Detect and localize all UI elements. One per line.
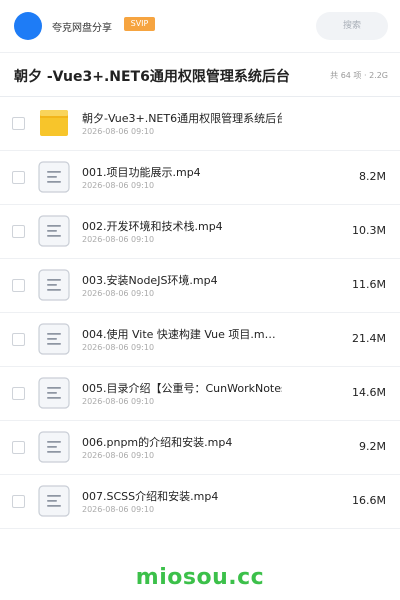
file-row[interactable]: 005.目录介绍【公重号：CunWorkNotes… 2026-08-06 09… bbox=[0, 367, 400, 421]
file-row[interactable]: 006.pnpm的介绍和安装.mp4 2026-08-06 09:10 9.2M bbox=[0, 421, 400, 475]
file-size: 9.2M bbox=[359, 440, 386, 453]
watermark-text: miosou.cc bbox=[135, 565, 265, 590]
file-size: 10.3M bbox=[352, 224, 386, 237]
share-owner-name: 夸克网盘分享 bbox=[52, 23, 112, 34]
video-file-icon bbox=[38, 377, 70, 409]
file-date: 2026-08-06 09:10 bbox=[82, 343, 155, 352]
file-name: 朝夕-Vue3+.NET6通用权限管理系统后台 bbox=[82, 112, 282, 125]
file-name: 005.目录介绍【公重号：CunWorkNotes… bbox=[82, 382, 282, 395]
file-date: 2026-08-06 09:10 bbox=[82, 235, 155, 244]
video-file-icon bbox=[38, 215, 70, 247]
file-size: 11.6M bbox=[352, 278, 386, 291]
svip-badge: SVIP bbox=[124, 17, 155, 31]
select-checkbox[interactable] bbox=[12, 441, 25, 454]
file-name: 002.开发环境和技术栈.mp4 bbox=[82, 220, 223, 233]
file-row[interactable]: 004.使用 Vite 快速构建 Vue 项目.m… 2026-08-06 09… bbox=[0, 313, 400, 367]
file-row[interactable]: 007.SCSS介绍和安装.mp4 2026-08-06 09:10 16.6M bbox=[0, 475, 400, 529]
select-checkbox[interactable] bbox=[12, 387, 25, 400]
file-name: 006.pnpm的介绍和安装.mp4 bbox=[82, 436, 233, 449]
file-size: 8.2M bbox=[359, 170, 386, 183]
file-list: 朝夕-Vue3+.NET6通用权限管理系统后台 2026-08-06 09:10… bbox=[0, 97, 400, 529]
file-date: 2026-08-06 09:10 bbox=[82, 181, 155, 190]
folder-icon bbox=[38, 107, 70, 139]
file-size: 21.4M bbox=[352, 332, 386, 345]
top-bar: 夸克网盘分享 SVIP 搜索 bbox=[0, 0, 400, 52]
file-date: 2026-08-06 09:10 bbox=[82, 127, 155, 136]
file-row[interactable]: 001.项目功能展示.mp4 2026-08-06 09:10 8.2M bbox=[0, 151, 400, 205]
select-checkbox[interactable] bbox=[12, 117, 25, 130]
video-file-icon bbox=[38, 431, 70, 463]
video-file-icon bbox=[38, 269, 70, 301]
avatar[interactable] bbox=[14, 12, 42, 40]
folder-stats: 共 64 项 · 2.2G bbox=[330, 71, 388, 80]
video-file-icon bbox=[38, 485, 70, 517]
select-checkbox[interactable] bbox=[12, 495, 25, 508]
folder-title-bar: 朝夕 -Vue3+.NET6通用权限管理系统后台 共 64 项 · 2.2G bbox=[0, 52, 400, 97]
video-file-icon bbox=[38, 161, 70, 193]
page-title: 朝夕 -Vue3+.NET6通用权限管理系统后台 bbox=[14, 69, 290, 85]
search-button[interactable]: 搜索 bbox=[316, 12, 388, 40]
file-name: 003.安装NodeJS环境.mp4 bbox=[82, 274, 218, 287]
file-name: 007.SCSS介绍和安装.mp4 bbox=[82, 490, 219, 503]
file-size: 16.6M bbox=[352, 494, 386, 507]
select-checkbox[interactable] bbox=[12, 333, 25, 346]
file-row[interactable]: 002.开发环境和技术栈.mp4 2026-08-06 09:10 10.3M bbox=[0, 205, 400, 259]
select-checkbox[interactable] bbox=[12, 225, 25, 238]
file-date: 2026-08-06 09:10 bbox=[82, 451, 155, 460]
file-date: 2026-08-06 09:10 bbox=[82, 505, 155, 514]
select-checkbox[interactable] bbox=[12, 279, 25, 292]
select-checkbox[interactable] bbox=[12, 171, 25, 184]
file-date: 2026-08-06 09:10 bbox=[82, 397, 155, 406]
file-name: 004.使用 Vite 快速构建 Vue 项目.m… bbox=[82, 328, 276, 341]
file-date: 2026-08-06 09:10 bbox=[82, 289, 155, 298]
file-row[interactable]: 朝夕-Vue3+.NET6通用权限管理系统后台 2026-08-06 09:10 bbox=[0, 97, 400, 151]
file-name: 001.项目功能展示.mp4 bbox=[82, 166, 201, 179]
file-row[interactable]: 003.安装NodeJS环境.mp4 2026-08-06 09:10 11.6… bbox=[0, 259, 400, 313]
file-size: 14.6M bbox=[352, 386, 386, 399]
video-file-icon bbox=[38, 323, 70, 355]
